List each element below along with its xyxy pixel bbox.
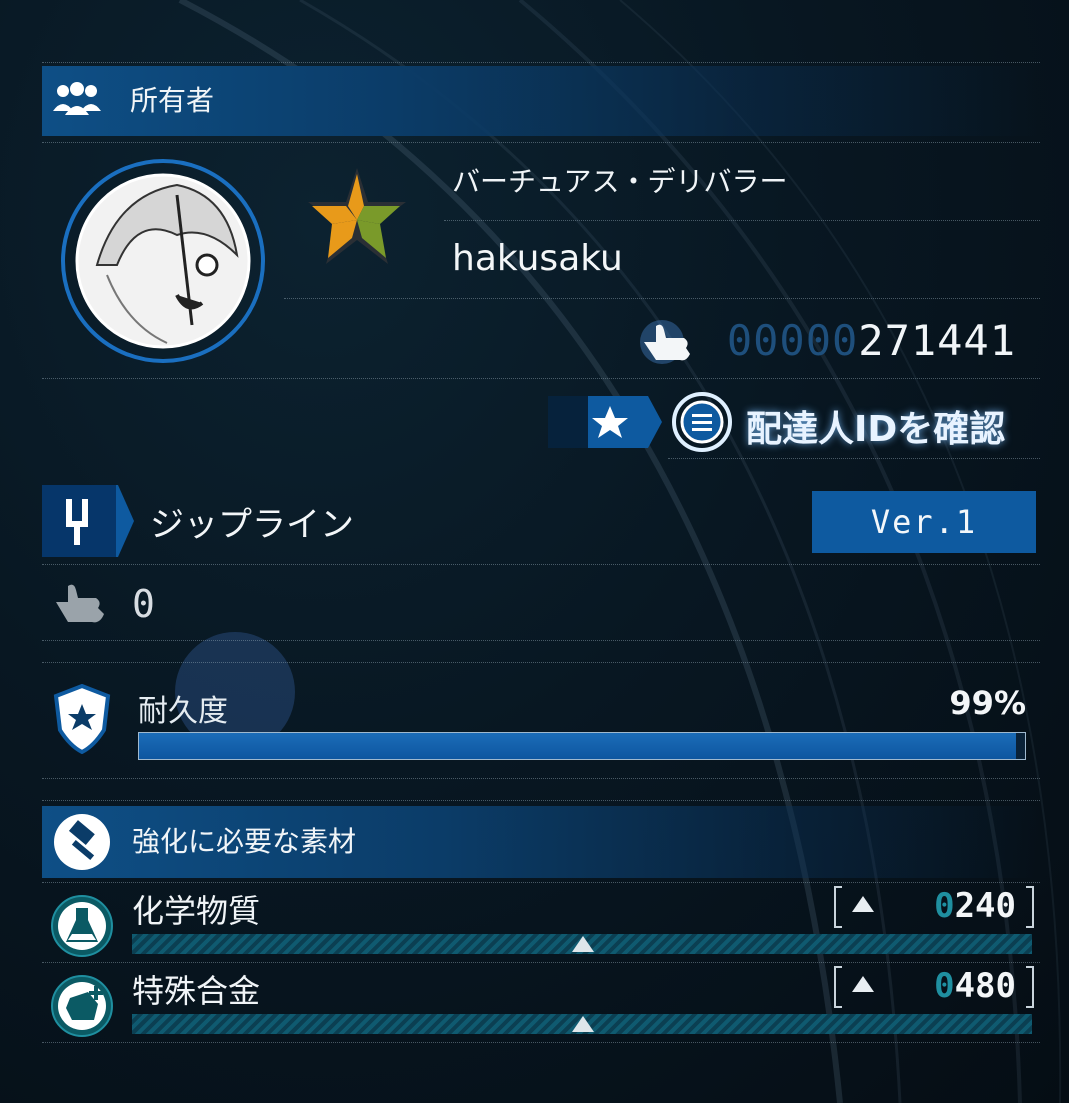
divider [42,882,1040,883]
material-amount: 0480 [834,966,1034,1008]
material-row-chemicals: 化学物質 0240 [42,886,1040,964]
structure-likes: 0 [42,572,1040,636]
porter-id-label: 配達人IDを確認 [746,409,1006,450]
materials-header-label: 強化に必要な素材 [132,825,357,858]
triangle-up-icon [572,1016,594,1032]
owner-header-label: 所有者 [130,84,215,117]
divider [42,378,1040,379]
divider [42,1042,1040,1043]
divider [42,62,1040,63]
materials-header: 強化に必要な素材 [42,806,1040,878]
likes-value: 271441 [858,316,1016,365]
material-amount-lead: 0 [934,886,955,926]
material-bar [132,934,1032,954]
profile-name: hakusaku [452,238,623,279]
divider [42,962,1040,963]
alloy-icon [51,975,113,1037]
divider [42,800,1040,801]
structure-name: ジップライン [150,505,354,545]
divider [444,220,1040,221]
divider [284,298,1040,299]
material-amount: 0240 [834,886,1034,928]
zipline-icon [42,485,134,557]
durability-bar-fill [139,733,1017,759]
divider [42,662,1040,663]
structure-likes-count: 0 [132,582,155,626]
triangle-up-icon [852,976,874,996]
thumbs-up-icon [636,312,696,372]
likes-counter: 00000271441 [636,312,1026,372]
avatar[interactable] [57,155,269,367]
material-name: 化学物質 [132,892,261,930]
divider [42,564,1040,565]
material-amount-value: 240 [954,886,1016,926]
divider [42,640,1040,641]
triangle-up-icon [852,896,874,916]
version-badge: Ver.1 [812,491,1036,553]
porter-id-button[interactable]: 配達人IDを確認 [548,390,1028,454]
menu-circle-icon [672,392,732,452]
triangle-up-icon [572,936,594,952]
profile-title: バーチュアス・デリバラー [452,165,788,198]
structure-header: ジップライン Ver.1 [42,485,1040,557]
likes-leading-zeros: 00000 [726,316,859,365]
durability-label: 耐久度 [138,694,228,729]
thumbs-up-gray-icon [56,584,104,623]
material-amount-lead: 0 [934,966,955,1006]
material-name: 特殊合金 [132,972,261,1010]
divider [42,778,1040,779]
divider [668,458,1040,459]
owner-header: 所有者 [42,66,1040,136]
shield-icon [53,684,111,754]
durability-percent: 99% [949,684,1026,722]
material-row-alloys: 特殊合金 0480 [42,966,1040,1044]
hammer-icon [54,814,110,870]
divider [42,142,1040,143]
material-bar [132,1014,1032,1034]
material-amount-value: 480 [954,966,1016,1006]
people-icon [42,66,112,136]
durability-bar [138,732,1026,760]
star-rank-icon [302,166,412,270]
flask-icon [51,895,113,957]
durability-row: 耐久度 99% [42,680,1040,772]
